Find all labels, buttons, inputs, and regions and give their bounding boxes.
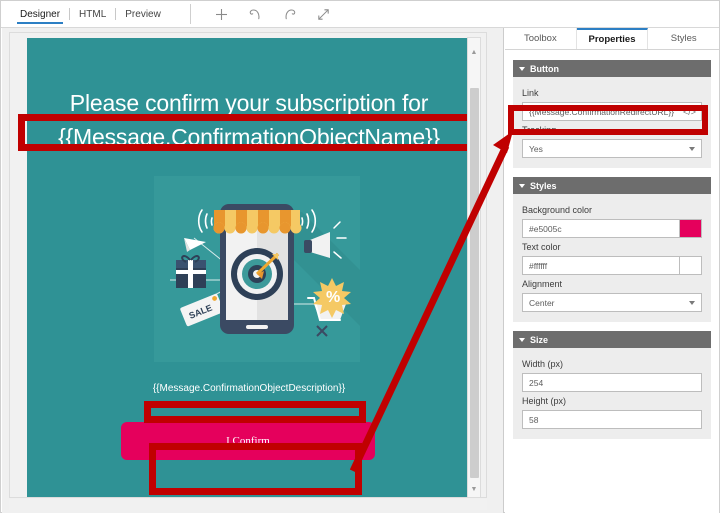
email-description-text[interactable]: {{Message.ConfirmationObjectDescription}… (27, 383, 471, 394)
width-label: Width (px) (522, 359, 564, 369)
section-size-title: Size (530, 334, 549, 345)
email-headline-line2[interactable]: {{Message.ConfirmationObjectName}} (27, 122, 471, 152)
undo-icon (250, 8, 260, 19)
background-color-value: #e5005c (529, 223, 562, 234)
alignment-select-value: Center (529, 297, 555, 308)
link-input[interactable]: {{Message.ConfirmationRedirectURL}} </> (522, 102, 702, 121)
email-headline-line1[interactable]: Please confirm your subscription for (27, 88, 471, 118)
canvas-scroll-region: Please confirm your subscription for {{M… (9, 32, 487, 498)
email-body[interactable]: Please confirm your subscription for {{M… (27, 38, 471, 497)
section-button: Button Link {{Message.ConfirmationRedire… (513, 60, 711, 168)
canvas-horizontal-scrollbar[interactable] (9, 499, 487, 510)
panel-tab-styles[interactable]: Styles (648, 28, 720, 49)
section-styles-header[interactable]: Styles (513, 177, 711, 194)
section-size: Size Width (px) 254 Height (px) 58 (513, 331, 711, 439)
tracking-label: Tracking (522, 125, 557, 135)
scroll-up-icon[interactable]: ▲ (468, 46, 480, 59)
mobile-marketing-illustration: SALE % (154, 176, 360, 362)
undo-button[interactable] (239, 1, 273, 28)
tracking-select-value: Yes (529, 143, 543, 154)
panel-tab-styles-label: Styles (670, 33, 697, 44)
section-button-title: Button (530, 63, 559, 74)
redo-button[interactable] (273, 1, 307, 28)
tab-html[interactable]: HTML (70, 1, 115, 28)
background-color-swatch[interactable] (679, 219, 702, 238)
expand-icon (318, 8, 330, 20)
link-input-value: {{Message.ConfirmationRedirectURL}} (529, 106, 675, 117)
alignment-select[interactable]: Center (522, 293, 702, 312)
properties-panel-body: Button Link {{Message.ConfirmationRedire… (505, 50, 719, 513)
link-label: Link (522, 88, 539, 98)
section-size-header[interactable]: Size (513, 331, 711, 348)
section-button-content: Link {{Message.ConfirmationRedirectURL}}… (513, 77, 711, 168)
svg-text:%: % (326, 289, 340, 306)
panel-tab-toolbox-label: Toolbox (523, 33, 557, 44)
chevron-down-icon (689, 146, 695, 151)
canvas-vertical-scrollbar[interactable]: ▲ ▼ (467, 37, 481, 497)
chevron-down-icon (519, 183, 525, 188)
height-value: 58 (529, 414, 539, 425)
scrollbar-thumb[interactable] (470, 88, 479, 478)
code-icon[interactable]: </> (683, 107, 696, 117)
confirm-button[interactable]: I Confirm (121, 422, 375, 460)
section-size-content: Width (px) 254 Height (px) 58 (513, 348, 711, 439)
width-value: 254 (529, 377, 544, 388)
alignment-label: Alignment (522, 279, 563, 289)
toolbar-divider (189, 4, 191, 24)
panel-tab-group: Toolbox Properties Styles (505, 28, 720, 50)
text-color-row: #ffffff (522, 256, 702, 275)
background-color-row: #e5005c (522, 219, 702, 238)
mode-tab-group: Designer HTML Preview (1, 1, 170, 28)
properties-panel: Toolbox Properties Styles Button Link {{… (505, 28, 720, 513)
tab-html-label: HTML (79, 8, 107, 20)
section-styles-title: Styles (530, 180, 557, 191)
height-input[interactable]: 58 (522, 410, 702, 429)
add-button[interactable] (205, 1, 239, 28)
text-color-value: #ffffff (529, 260, 548, 271)
background-color-label: Background color (522, 205, 593, 215)
background-color-input[interactable]: #e5005c (522, 219, 679, 238)
text-color-label: Text color (522, 242, 561, 252)
text-color-swatch[interactable] (679, 256, 702, 275)
tab-designer-label: Designer (20, 8, 61, 20)
panel-tab-properties-label: Properties (588, 34, 636, 45)
email-designer-window: Designer HTML Preview Please confirm you… (0, 0, 720, 513)
add-icon (216, 8, 228, 20)
section-styles-content: Background color #e5005c Text color #fff… (513, 194, 711, 322)
tab-preview[interactable]: Preview (116, 1, 170, 28)
section-button-header[interactable]: Button (513, 60, 711, 77)
designer-canvas-area: Please confirm your subscription for {{M… (2, 28, 504, 513)
chevron-down-icon (519, 66, 525, 71)
width-input[interactable]: 254 (522, 373, 702, 392)
section-styles: Styles Background color #e5005c Text col… (513, 177, 711, 322)
tracking-select[interactable]: Yes (522, 139, 702, 158)
chevron-down-icon (689, 300, 695, 305)
panel-tab-properties[interactable]: Properties (576, 28, 649, 49)
chevron-down-icon (519, 337, 525, 342)
tab-preview-label: Preview (125, 8, 161, 20)
tab-designer[interactable]: Designer (11, 1, 69, 28)
text-color-input[interactable]: #ffffff (522, 256, 679, 275)
height-label: Height (px) (522, 396, 567, 406)
redo-icon (285, 8, 296, 19)
scroll-down-icon[interactable]: ▼ (468, 483, 480, 496)
panel-tab-toolbox[interactable]: Toolbox (505, 28, 577, 49)
top-toolbar: Designer HTML Preview (1, 1, 719, 28)
expand-button[interactable] (307, 1, 341, 28)
